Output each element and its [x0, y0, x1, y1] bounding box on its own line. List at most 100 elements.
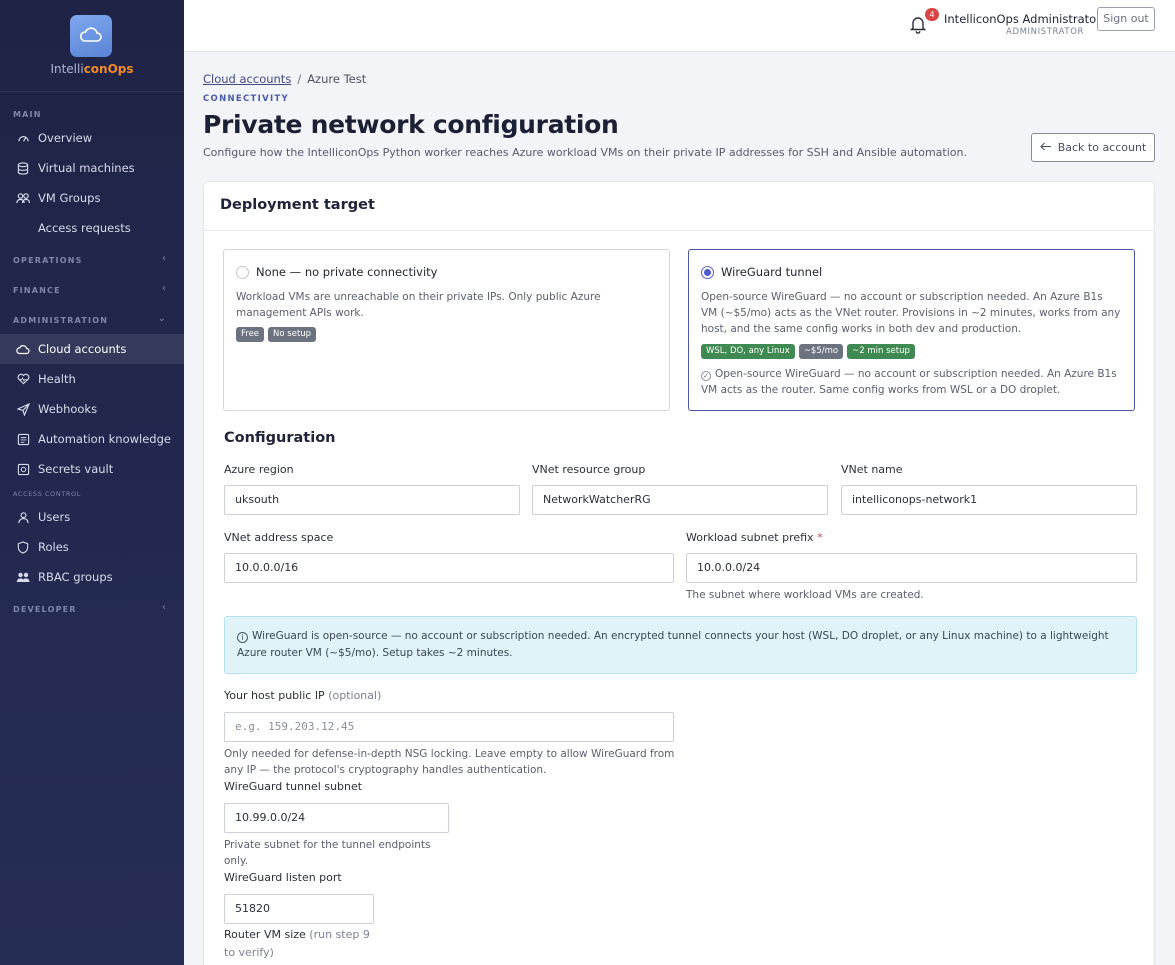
azure-region-label: Azure region [224, 463, 294, 476]
heart-icon [16, 372, 30, 386]
sidebar-item-label: Overview [38, 131, 93, 145]
page-eyebrow: CONNECTIVITY [203, 94, 289, 104]
arrow-left-icon [1039, 141, 1052, 154]
tag: WSL, DO, any Linux [701, 344, 795, 359]
breadcrumb: Cloud accounts / Azure Test [203, 72, 366, 86]
vnet-space-label: VNet address space [224, 531, 334, 544]
sidebar-item-label: Cloud accounts [38, 342, 127, 356]
option-note: ✓ Open-source WireGuard — no account or s… [701, 366, 1126, 398]
option-wireguard[interactable]: WireGuard tunnel Open-source WireGuard —… [688, 249, 1135, 411]
vnet-space-input[interactable]: 10.0.0.0/16 [224, 553, 674, 583]
section-administration[interactable]: ADMINISTRATION [13, 316, 108, 325]
radio-wireguard[interactable] [701, 266, 714, 279]
sidebar-item-webhooks[interactable]: Webhooks [0, 394, 184, 424]
radio-none[interactable] [236, 266, 249, 279]
option-description: Open-source WireGuard — no account or su… [701, 291, 1121, 335]
sidebar-item-cloud-accounts[interactable]: Cloud accounts [0, 334, 184, 364]
book-icon [16, 432, 30, 446]
send-icon [16, 402, 30, 416]
brand-name: IntelliconOps [50, 62, 134, 76]
subnet-prefix-input[interactable]: 10.0.0.0/24 [686, 553, 1137, 583]
azure-region-input[interactable]: uksouth [224, 485, 520, 515]
sign-out-button[interactable]: Sign out [1097, 7, 1155, 31]
option-title: WireGuard tunnel [721, 265, 823, 279]
user-role: ADMINISTRATOR [1006, 27, 1084, 37]
shield-icon [16, 540, 30, 554]
host-ip-label: Your host public IP (optional) [224, 689, 381, 702]
database-icon [16, 161, 30, 175]
host-ip-help: Only needed for defense-in-depth NSG loc… [224, 748, 675, 776]
tunnel-subnet-label: WireGuard tunnel subnet [224, 780, 363, 793]
sidebar-item-label: Access requests [38, 221, 131, 235]
sidebar-item-label: Virtual machines [38, 161, 135, 175]
sidebar-item-vm-groups[interactable]: VM Groups [0, 183, 184, 213]
vnet-rg-label: VNet resource group [532, 463, 646, 476]
sidebar-item-rbac-groups[interactable]: RBAC groups [0, 562, 184, 592]
sidebar-item-users[interactable]: Users [0, 502, 184, 532]
sidebar-item-access-requests[interactable]: Access requests [0, 213, 184, 243]
dashboard-icon [16, 131, 30, 145]
sidebar-item-label: Automation knowledge [38, 432, 171, 446]
tunnel-subnet-help: Private subnet for the tunnel endpoints … [224, 839, 431, 867]
host-ip-label-text: Your host public IP [224, 689, 325, 702]
option-note-text: Open-source WireGuard — no account or su… [701, 368, 1117, 396]
breadcrumb-link-cloud-accounts[interactable]: Cloud accounts [203, 72, 291, 86]
sidebar-item-label: VM Groups [38, 191, 101, 205]
chevron-down-icon[interactable]: ⌄ [158, 313, 166, 324]
brand: IntelliconOps [0, 0, 184, 92]
topbar: 4 IntelliconOps Administrator ADMINISTRA… [184, 0, 1175, 52]
chevron-left-icon[interactable]: ‹ [162, 283, 166, 294]
page-title: Private network configuration [203, 110, 619, 139]
sidebar-item-label: RBAC groups [38, 570, 113, 584]
sidebar-item-virtual-machines[interactable]: Virtual machines [0, 153, 184, 183]
page-subtitle: Configure how the IntelliconOps Python w… [203, 146, 967, 159]
section-developer[interactable]: DEVELOPER [13, 605, 77, 614]
sidebar-item-overview[interactable]: Overview [0, 123, 184, 153]
tunnel-subnet-input[interactable]: 10.99.0.0/24 [224, 803, 449, 833]
deployment-card: Deployment target None — no private conn… [203, 181, 1155, 965]
option-description: Workload VMs are unreachable on their pr… [236, 291, 601, 319]
required-marker: * [817, 531, 823, 544]
sidebar-item-automation-knowledge[interactable]: Automation knowledge [0, 424, 184, 454]
wireguard-info-alert: i WireGuard is open-source — no account o… [224, 616, 1137, 674]
router-size-label: Router VM size (run step 9 to verify) [224, 926, 374, 962]
sidebar-item-label: Webhooks [38, 402, 98, 416]
section-finance[interactable]: FINANCE [13, 286, 61, 295]
app-logo[interactable] [70, 15, 112, 57]
sidebar-item-roles[interactable]: Roles [0, 532, 184, 562]
back-to-account-button[interactable]: Back to account [1031, 133, 1155, 162]
configuration-title: Configuration [224, 430, 336, 446]
sidebar-item-secrets-vault[interactable]: Secrets vault [0, 454, 184, 484]
option-none[interactable]: None — no private connectivity Workload … [223, 249, 670, 411]
listen-port-input[interactable]: 51820 [224, 894, 374, 924]
tag: ~2 min setup [847, 344, 915, 359]
tag: ~$5/mo [798, 344, 844, 359]
vault-icon [16, 462, 30, 476]
user-icon [16, 510, 30, 524]
subnet-prefix-label-text: Workload subnet prefix [686, 531, 814, 544]
breadcrumb-separator: / [297, 72, 302, 86]
vnet-name-input[interactable]: intelliconops-network1 [841, 485, 1137, 515]
cloud-logo-icon [79, 27, 102, 42]
section-main: MAIN [13, 110, 42, 119]
section-operations[interactable]: OPERATIONS [13, 256, 83, 265]
router-size-label-text: Router VM size [224, 928, 306, 941]
subnet-prefix-label: Workload subnet prefix * [686, 531, 823, 544]
tag: Free [236, 327, 265, 342]
check-circle-icon: ✓ [701, 371, 711, 381]
sidebar: IntelliconOps MAIN Overview Virtual mach… [0, 0, 184, 965]
user-name[interactable]: IntelliconOps Administrator [944, 12, 1101, 26]
sidebar-item-health[interactable]: Health [0, 364, 184, 394]
section-access-control: ACCESS CONTROL [13, 490, 81, 498]
option-tags: Free No setup [236, 327, 317, 342]
group-icon [16, 191, 30, 205]
tag: No setup [268, 327, 317, 342]
info-text: WireGuard is open-source — no account or… [237, 630, 1109, 659]
vnet-rg-input[interactable]: NetworkWatcherRG [532, 485, 828, 515]
host-ip-input[interactable]: e.g. 159.203.12.45 [224, 712, 674, 742]
chevron-left-icon[interactable]: ‹ [162, 253, 166, 264]
sidebar-item-label: Health [38, 372, 76, 386]
notification-badge: 4 [925, 8, 939, 21]
listen-port-label: WireGuard listen port [224, 871, 342, 884]
chevron-left-icon[interactable]: ‹ [162, 602, 166, 613]
